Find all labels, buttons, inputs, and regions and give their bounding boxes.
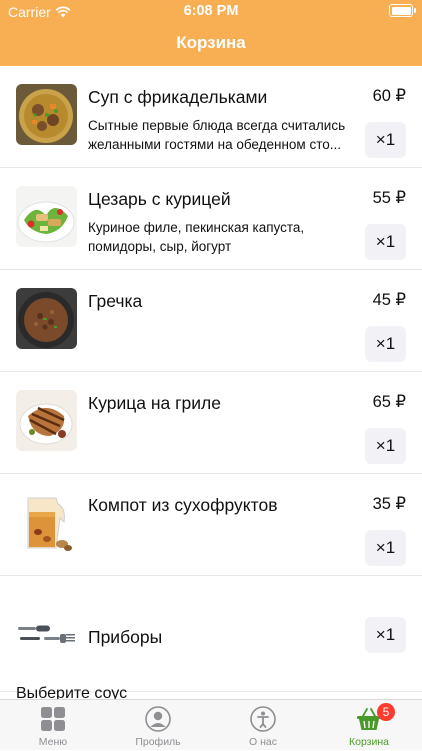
status-time: 6:08 PM — [183, 3, 239, 19]
quantity-button[interactable]: ×1 — [365, 326, 406, 362]
tab-menu[interactable]: Меню — [13, 700, 93, 751]
quantity-button[interactable]: ×1 — [365, 617, 406, 653]
item-description-line: Сытные первые блюда всегда считались — [88, 118, 346, 133]
item-name: Компот из сухофруктов — [88, 495, 278, 515]
item-description-line: помидоры, сыр, йогурт — [88, 239, 232, 254]
tab-profile[interactable]: Профиль — [118, 700, 198, 751]
item-description-line: желанными гостями на обеденном сто... — [88, 137, 342, 152]
item-price: 35 ₽ — [372, 495, 406, 513]
grid-icon — [41, 707, 65, 731]
cart-item-grilled-chicken[interactable]: Курица на гриле 65 ₽ ×1 — [0, 372, 422, 474]
item-price: 60 ₽ — [372, 87, 406, 105]
tab-menu-label: Меню — [38, 736, 68, 748]
grilled-chicken-image — [16, 390, 77, 451]
tab-profile-label: Профиль — [135, 736, 181, 748]
cutlery-image — [16, 607, 77, 663]
quantity-button[interactable]: ×1 — [365, 224, 406, 260]
item-name: Приборы — [88, 627, 163, 647]
caesar-salad-image — [16, 186, 77, 247]
cart-item-caesar[interactable]: Цезарь с курицей Куриное филе, пекинская… — [0, 168, 422, 270]
item-description: Сытные первые блюда всегда считались жел… — [88, 116, 358, 154]
item-price: 45 ₽ — [372, 291, 406, 309]
battery-icon — [389, 4, 416, 17]
navigation-header: Carrier 6:08 PM Корзина — [0, 0, 422, 66]
cart-item-compote[interactable]: Компот из сухофруктов 35 ₽ ×1 — [0, 474, 422, 576]
compote-image — [16, 492, 77, 553]
cart-list: Суп с фрикадельками Сытные первые блюда … — [0, 66, 422, 692]
item-name: Цезарь с курицей — [88, 189, 231, 209]
item-name: Курица на гриле — [88, 393, 221, 413]
profile-icon — [145, 706, 171, 732]
quantity-button[interactable]: ×1 — [365, 530, 406, 566]
cart-item-buckwheat[interactable]: Гречка 45 ₽ ×1 — [0, 270, 422, 372]
tab-about-label: О нас — [249, 736, 277, 748]
tab-about[interactable]: О нас — [223, 700, 303, 751]
quantity-button[interactable]: ×1 — [365, 428, 406, 464]
item-description-line: Куриное филе, пекинская капуста, — [88, 220, 305, 235]
cart-item-cutlery[interactable]: Приборы ×1 — [0, 576, 422, 692]
status-bar: Carrier 6:08 PM — [0, 0, 422, 22]
item-name: Гречка — [88, 291, 143, 311]
tab-cart[interactable]: 5 Корзина — [329, 700, 409, 751]
item-name: Суп с фрикадельками — [88, 87, 268, 107]
page-title: Корзина — [176, 33, 246, 52]
tab-cart-label: Корзина — [349, 736, 389, 748]
cart-count-badge: 5 — [377, 703, 395, 721]
item-price: 55 ₽ — [372, 189, 406, 207]
cart-item-soup[interactable]: Суп с фрикадельками Сытные первые блюда … — [0, 66, 422, 168]
soup-image — [16, 84, 77, 145]
info-person-icon — [250, 706, 276, 732]
quantity-button[interactable]: ×1 — [365, 122, 406, 158]
item-description: Куриное филе, пекинская капуста, помидор… — [88, 218, 358, 256]
tab-bar: Меню Профиль О нас 5 Корзина — [0, 699, 422, 750]
item-price: 65 ₽ — [372, 393, 406, 411]
buckwheat-image — [16, 288, 77, 349]
